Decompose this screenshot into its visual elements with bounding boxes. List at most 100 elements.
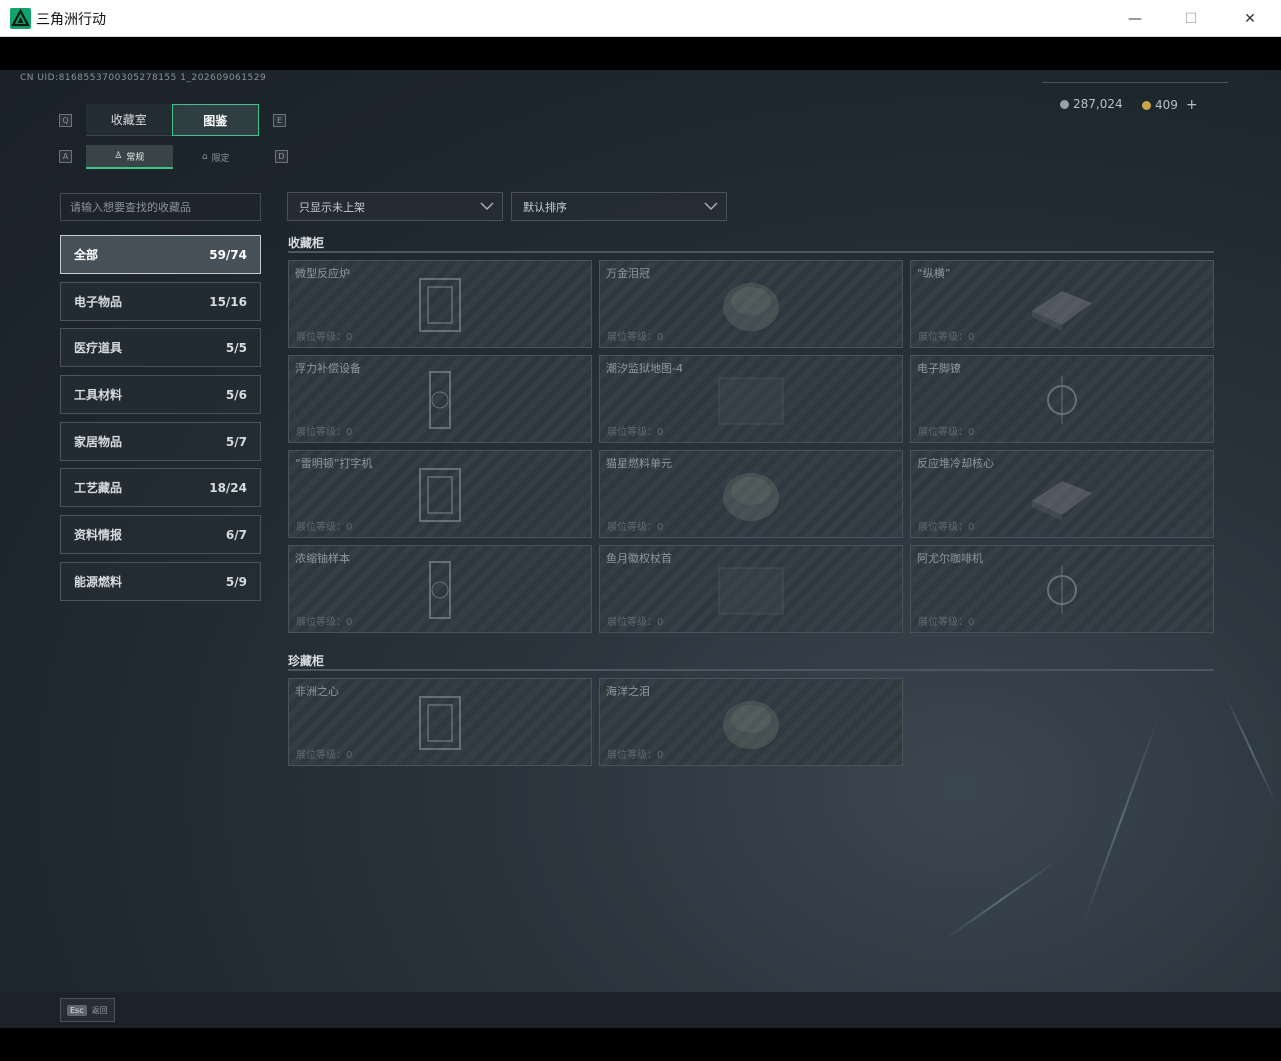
card-name: 微型反应炉	[295, 267, 350, 280]
letterbox-top	[0, 37, 1281, 70]
reactor-icon	[400, 271, 480, 339]
game-viewport: CN UID:8168553700305278155 1_20260906152…	[0, 70, 1281, 1028]
collection-card[interactable]: 万金泪冠 展位等级：0	[599, 260, 903, 348]
card-name: 鱼月徽权杖首	[606, 552, 672, 565]
tab-collection-room[interactable]: 收藏室	[86, 104, 172, 136]
category-label: 电子物品	[74, 295, 123, 309]
collection-card[interactable]: 反应堆冷却核心 展位等级：0	[910, 450, 1214, 538]
card-name: “纵横”	[917, 267, 951, 280]
crown-icon	[711, 271, 791, 339]
category-tools[interactable]: 工具材料 5/6	[60, 375, 261, 414]
category-count: 5/6	[225, 387, 247, 402]
key-hint-a: A	[59, 150, 72, 163]
category-intel[interactable]: 资料情报 6/7	[60, 515, 261, 554]
currency-gold-value: 409	[1155, 98, 1178, 112]
category-count: 59/74	[209, 247, 247, 262]
letterbox-bottom	[0, 1028, 1281, 1061]
collection-card[interactable]: 电子脚镣展位等级：0	[910, 355, 1214, 443]
sub-tabs: ♙ 常规 ⌂ 限定	[86, 145, 259, 169]
scepter-icon	[711, 556, 791, 624]
tab-label: 限定	[211, 153, 230, 164]
minimize-button[interactable]: —	[1112, 0, 1158, 37]
card-level: 展位等级：0	[918, 522, 975, 533]
card-level: 展位等级：0	[607, 522, 664, 533]
collection-card[interactable]: 非洲之心 展位等级：0	[288, 678, 592, 766]
maximize-button[interactable]: ☐	[1168, 0, 1214, 37]
app-logo-icon	[10, 8, 31, 29]
category-label: 资料情报	[74, 528, 123, 542]
collection-card[interactable]: 猫星燃料单元 展位等级：0	[599, 450, 903, 538]
card-name: 浓缩铀样本	[295, 552, 350, 565]
key-hint-d: D	[275, 150, 288, 163]
shackle-icon	[1022, 366, 1102, 434]
user-uid: CN UID:8168553700305278155 1_20260906152…	[20, 73, 267, 83]
back-button[interactable]: Esc 返回	[60, 998, 115, 1022]
card-level: 展位等级：0	[918, 427, 975, 438]
card-level: 展位等级：0	[296, 427, 353, 438]
tab-limited[interactable]: ⌂ 限定	[173, 145, 260, 169]
card-level: 展位等级：0	[607, 427, 664, 438]
category-medical[interactable]: 医疗道具 5/5	[60, 328, 261, 367]
background-streak	[1082, 716, 1160, 924]
category-electronics[interactable]: 电子物品 15/16	[60, 282, 261, 321]
close-button[interactable]: ✕	[1227, 0, 1273, 37]
section-title-treasure: 珍藏柜	[288, 654, 325, 668]
collection-card[interactable]: 微型反应炉 展位等级：0	[288, 260, 592, 348]
add-currency-button[interactable]: +	[1186, 97, 1198, 113]
key-hint-e: E	[273, 114, 286, 127]
card-name: 潮汐监狱地图-4	[606, 362, 683, 375]
collection-card[interactable]: 潮汐监狱地图-4 展位等级：0	[599, 355, 903, 443]
gold-coin-icon	[1142, 100, 1151, 110]
sort-dropdown[interactable]: 默认排序	[511, 192, 727, 221]
tab-catalog[interactable]: 图鉴	[171, 104, 259, 136]
back-label: 返回	[91, 1005, 108, 1015]
section-title-cabinet: 收藏柜	[288, 236, 325, 250]
tab-label: 收藏室	[110, 113, 147, 127]
category-count: 5/5	[225, 340, 247, 355]
limited-icon: ⌂	[201, 152, 208, 162]
category-crafts[interactable]: 工艺藏品 18/24	[60, 468, 261, 507]
collection-icon: ♙	[114, 151, 123, 161]
category-label: 能源燃料	[74, 575, 123, 589]
filter-dropdown[interactable]: 只显示未上架	[287, 192, 503, 221]
collection-card[interactable]: 浮力补偿设备 展位等级：0	[288, 355, 592, 443]
collection-card[interactable]: 阿尤尔咖啡机 展位等级：0	[910, 545, 1214, 633]
card-name: “雷明顿”打字机	[295, 457, 373, 470]
category-all[interactable]: 全部 59/74	[60, 235, 261, 274]
collection-card[interactable]: 海洋之泪 展位等级：0	[599, 678, 903, 766]
card-level: 展位等级：0	[296, 750, 353, 761]
maximize-icon: ☐	[1184, 10, 1198, 27]
category-count: 5/9	[225, 574, 247, 589]
category-energy[interactable]: 能源燃料 5/9	[60, 562, 261, 601]
card-name: 猫星燃料单元	[606, 457, 672, 470]
background-streak	[1224, 695, 1278, 805]
collection-card[interactable]: “雷明顿”打字机 展位等级：0	[288, 450, 592, 538]
chevron-down-icon	[704, 202, 718, 211]
fuel-cell-icon	[711, 461, 791, 529]
main-tabs: 收藏室 图鉴	[86, 104, 259, 136]
collection-card[interactable]: 浓缩铀样本展位等级：0	[288, 545, 592, 633]
map-icon	[711, 366, 791, 434]
tab-regular[interactable]: ♙ 常规	[86, 145, 173, 169]
collection-card[interactable]: “纵横” 展位等级：0	[910, 260, 1214, 348]
currency-divider	[1042, 82, 1228, 83]
card-name: 电子脚镣	[917, 362, 961, 375]
category-count: 18/24	[209, 480, 247, 495]
card-level: 展位等级：0	[296, 617, 353, 628]
tab-label: 常规	[126, 152, 145, 163]
collection-card[interactable]: 鱼月徽权杖首 展位等级：0	[599, 545, 903, 633]
chevron-down-icon	[480, 202, 494, 211]
search-input[interactable]: 请输入想要查找的收藏品	[60, 193, 261, 221]
section-divider	[288, 251, 1214, 253]
category-label: 工艺藏品	[74, 481, 123, 495]
sort-dropdown-value: 默认排序	[523, 200, 567, 214]
card-name: 阿尤尔咖啡机	[917, 552, 983, 565]
key-hint-q: Q	[59, 114, 72, 127]
category-label: 医疗道具	[74, 341, 123, 355]
card-name: 海洋之泪	[606, 685, 650, 698]
category-household[interactable]: 家居物品 5/7	[60, 422, 261, 461]
esc-key-icon: Esc	[67, 1004, 87, 1016]
category-label: 家居物品	[74, 435, 123, 449]
close-icon: ✕	[1244, 10, 1256, 27]
core-icon	[1022, 461, 1102, 529]
